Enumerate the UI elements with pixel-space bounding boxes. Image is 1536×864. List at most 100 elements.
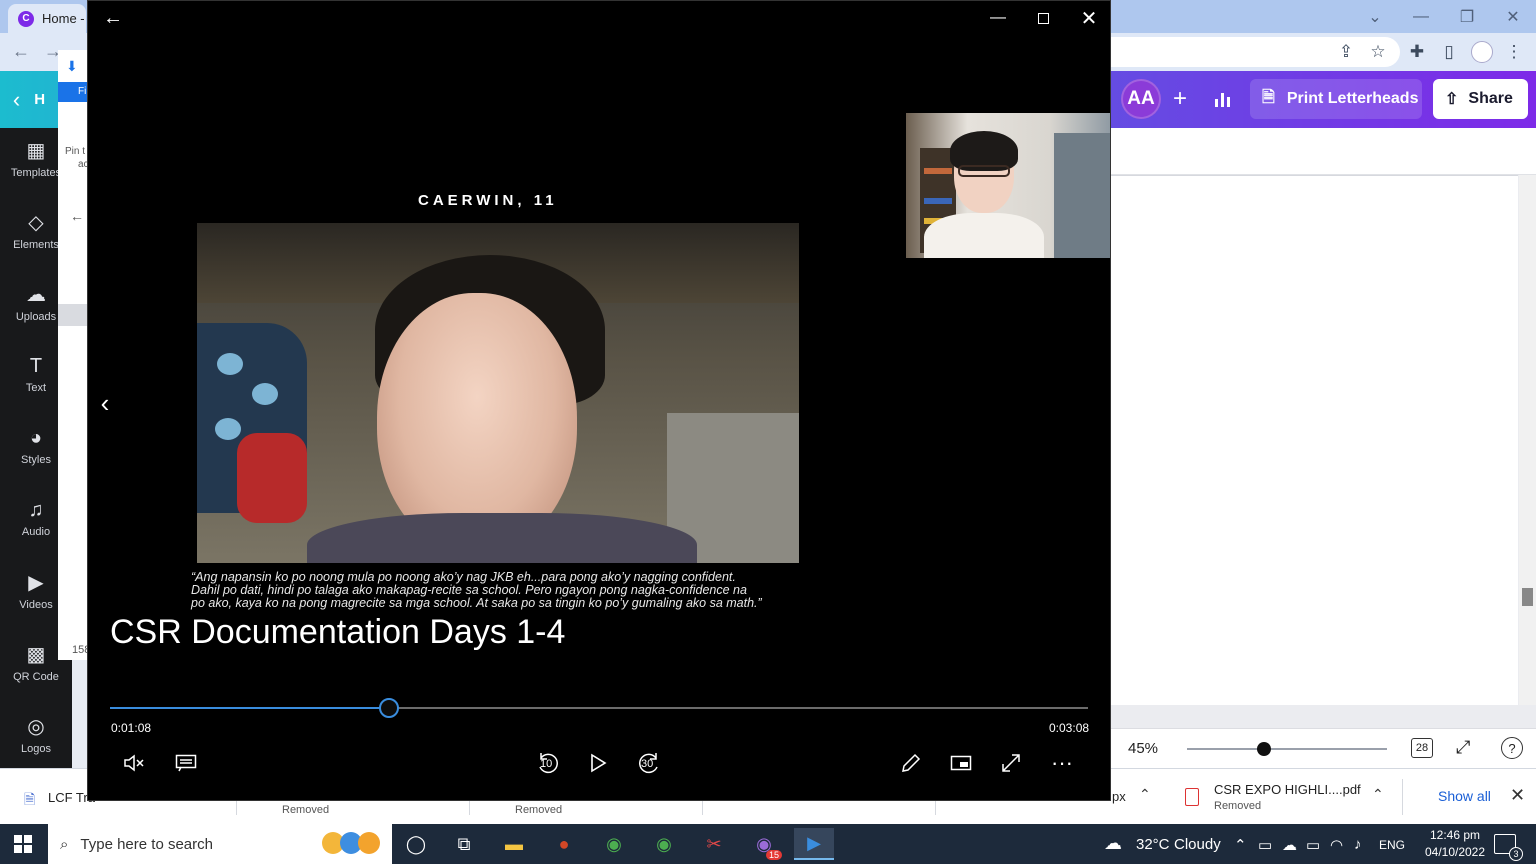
browser-tab[interactable]: C Home - [8, 4, 86, 33]
download-partial-ext: px [1112, 789, 1126, 804]
print-letterheads-button[interactable]: 🗎 Print Letterheads [1250, 79, 1422, 119]
share-button[interactable]: ⇧ Share [1433, 79, 1528, 119]
logos-icon: ◎ [27, 715, 45, 738]
weather-desc[interactable]: Cloudy [1174, 836, 1221, 853]
audio-icon: ♫ [28, 498, 44, 521]
elapsed-time: 0:01:08 [111, 721, 152, 735]
edit-pencil-icon[interactable] [891, 745, 931, 781]
skip-back-seconds: 10 [540, 758, 553, 770]
document-icon: 🗎 [1262, 88, 1275, 106]
windows-taskbar: ⌕ Type here to search ◯ ⧉ ▬ ● ◉ ◉ ✂ ◉ 15 … [0, 824, 1536, 864]
elements-icon: ◇ [28, 211, 44, 234]
notification-count: 3 [1509, 847, 1523, 861]
viber-icon[interactable]: ◉ 15 [744, 828, 784, 860]
download-icon: ⬇ [66, 58, 78, 74]
player-maximize-icon[interactable] [1025, 3, 1061, 33]
close-icon[interactable]: ✕ [1490, 0, 1536, 33]
file-icon: 🗎 [24, 791, 36, 807]
zoom-slider-knob[interactable] [1257, 742, 1271, 756]
page-count-button[interactable]: 28 [1411, 738, 1433, 758]
mini-view-icon[interactable] [941, 745, 981, 781]
search-placeholder: Type here to search [80, 835, 213, 853]
video-quote-caption: “Ang napansin ko po noong mula po noong … [191, 570, 762, 610]
play-icon[interactable] [578, 745, 618, 781]
canva-favicon-icon: C [18, 10, 34, 27]
powerpoint-icon[interactable]: ● [544, 828, 584, 860]
chrome-icon[interactable]: ◉ [594, 828, 634, 860]
clock-date: 04/10/2022 [1424, 845, 1486, 859]
previous-chevron-icon[interactable]: ‹ [90, 385, 120, 421]
fullscreen-icon[interactable]: ⤢ [1456, 737, 1470, 758]
fullscreen-icon[interactable] [991, 745, 1031, 781]
onedrive-icon[interactable]: ☁ [1282, 836, 1297, 854]
zoom-slider[interactable] [1187, 742, 1387, 756]
chrome-profile-icon[interactable]: ◉ [644, 828, 684, 860]
chevron-up-icon[interactable]: ⌃ [1139, 786, 1151, 803]
notification-center-icon[interactable]: 3 [1494, 834, 1523, 861]
player-close-icon[interactable]: ✕ [1071, 3, 1107, 33]
battery-icon[interactable]: ▭ [1306, 836, 1320, 854]
tray-chevron-up-icon[interactable]: ⌃ [1234, 836, 1247, 854]
skip-forward-seconds: 30 [641, 758, 654, 770]
video-title: CSR Documentation Days 1-4 [110, 613, 566, 651]
search-highlight-icon [322, 832, 380, 854]
clock-time: 12:46 pm [1429, 828, 1481, 842]
side-panel: ⬇ Fi Pin t ac ← 158 [58, 50, 90, 660]
panel-pin-text-1: Pin t [65, 146, 86, 157]
close-icon[interactable]: ✕ [1510, 785, 1525, 806]
add-collaborator-button[interactable]: + [1162, 81, 1198, 117]
help-icon[interactable]: ? [1501, 737, 1523, 759]
cortana-icon[interactable]: ◯ [396, 828, 436, 860]
bookmark-star-icon[interactable]: ☆ [1367, 41, 1389, 63]
design-page[interactable] [1111, 175, 1518, 705]
text-icon: T [29, 354, 43, 377]
volume-icon[interactable]: ♪ [1354, 836, 1362, 853]
video-frame-image [197, 223, 799, 563]
chevron-up-icon[interactable]: ⌃ [1372, 786, 1384, 803]
media-player-icon[interactable]: ▶ [794, 828, 834, 860]
sidebar-item-logos[interactable]: ◎ Logos [0, 704, 72, 764]
taskbar-search-input[interactable]: ⌕ Type here to search [48, 824, 392, 864]
download-item-4[interactable]: CSR EXPO HIGHLI....pdf Removed [1214, 769, 1361, 825]
share-page-icon[interactable]: ⇪ [1335, 41, 1357, 63]
wifi-icon[interactable]: ◠ [1330, 836, 1343, 854]
seek-bar[interactable] [110, 698, 1088, 718]
panel-row-highlight [58, 304, 88, 326]
player-minimize-icon[interactable]: — [980, 3, 1016, 33]
file-explorer-icon[interactable]: ▬ [494, 828, 534, 860]
back-arrow-icon[interactable]: ← [12, 41, 30, 62]
profile-avatar-icon[interactable] [1471, 41, 1493, 63]
insights-button[interactable] [1206, 81, 1238, 117]
mute-icon[interactable] [114, 745, 154, 781]
canva-home-back-button[interactable]: ‹ H [0, 71, 58, 128]
minimize-icon[interactable]: — [1398, 0, 1444, 33]
upload-arrow-icon: ⇧ [1445, 91, 1459, 108]
zoom-percent[interactable]: 45% [1128, 740, 1158, 757]
seek-bar-knob[interactable] [379, 698, 400, 718]
qr-code-icon: ▩ [26, 643, 46, 666]
snipping-tool-icon[interactable]: ✂ [694, 828, 734, 860]
restore-icon[interactable]: ❐ [1444, 0, 1490, 33]
browser-tab-title: Home - [42, 11, 85, 26]
language-indicator[interactable]: ENG [1379, 838, 1405, 852]
side-panel-icon[interactable]: ▯ [1438, 41, 1460, 63]
extensions-icon[interactable]: ✚ [1406, 41, 1428, 63]
subtitles-icon[interactable] [166, 745, 206, 781]
canvas-scrollbar[interactable] [1519, 175, 1536, 705]
avatar[interactable]: AA [1121, 79, 1161, 119]
player-back-arrow-icon[interactable]: ← [98, 5, 128, 31]
windows-start-icon[interactable] [14, 835, 32, 853]
weather-temp[interactable]: 32°C [1136, 836, 1170, 853]
zoom-bar: 45% 28 ⤢ ? [1111, 728, 1536, 768]
menu-kebab-icon[interactable]: ⋮ [1503, 41, 1525, 63]
panel-back-arrow-icon[interactable]: ← [70, 208, 84, 224]
skip-forward-icon[interactable]: 30 [629, 745, 669, 781]
task-view-icon[interactable]: ⧉ [444, 828, 484, 860]
meet-icon[interactable]: ▭ [1258, 836, 1272, 854]
more-options-icon[interactable]: ··· [1042, 745, 1082, 781]
scrollbar-thumb[interactable] [1522, 588, 1533, 606]
taskbar-clock[interactable]: 12:46 pm 04/10/2022 [1420, 827, 1490, 861]
show-all-link[interactable]: Show all [1438, 788, 1491, 804]
chevron-down-icon[interactable]: ⌄ [1352, 0, 1398, 33]
skip-back-icon[interactable]: 10 [528, 745, 568, 781]
